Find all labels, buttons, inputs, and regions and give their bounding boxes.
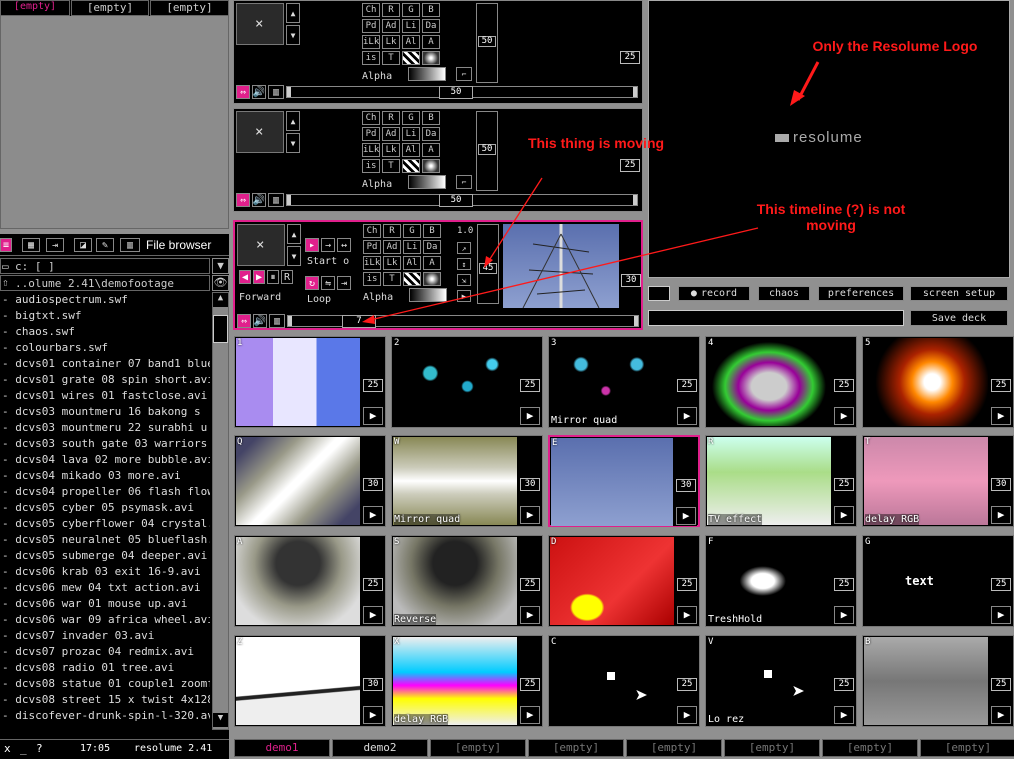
clip-key: D [551,537,557,547]
clip-effect-label: TV effect [708,514,763,525]
clip-key: A [237,537,243,547]
clip-effect-label: Reverse [394,614,437,625]
cursor-dot [607,672,615,680]
clip-text-preview: text [905,574,934,588]
clip-key: R [708,437,714,447]
clip-effect-label: delay RGB [865,514,920,525]
clip-key: Z [237,637,243,647]
mouse-pointer-icon: ➤ [792,680,806,705]
clip-key: Q [237,437,243,447]
clip-key: T [865,437,871,447]
clip-key: B [865,637,871,647]
arrow-moving-head [484,256,493,268]
clip-key: C [551,637,557,647]
arrow-timeline-line [369,227,759,321]
clip-effect-label: TreshHold [708,614,763,625]
clip-effect-label: Mirror quad [551,415,618,426]
clip-effect-label: Mirror quad [394,514,461,525]
arrow-moving-line [487,177,543,263]
clip-key: E [552,438,558,448]
clip-key: 5 [865,338,871,348]
clip-key: 2 [394,338,400,348]
annotation-arrows [362,61,820,324]
clip-key: W [394,437,400,447]
arrow-timeline-head [362,315,375,324]
clip-key: X [394,637,400,647]
clip-key: G [865,537,871,547]
clip-key: 3 [551,338,557,348]
mouse-pointer-icon: ➤ [635,684,649,709]
clip-key: 1 [237,338,243,348]
clip-effect-label: Lo rez [708,714,745,725]
cursor-dot [764,670,772,678]
clip-key: F [708,537,714,547]
clip-key: V [708,637,714,647]
clip-effect-label: delay RGB [394,714,449,725]
clip-key: 4 [708,338,714,348]
clip-key: S [394,537,400,547]
